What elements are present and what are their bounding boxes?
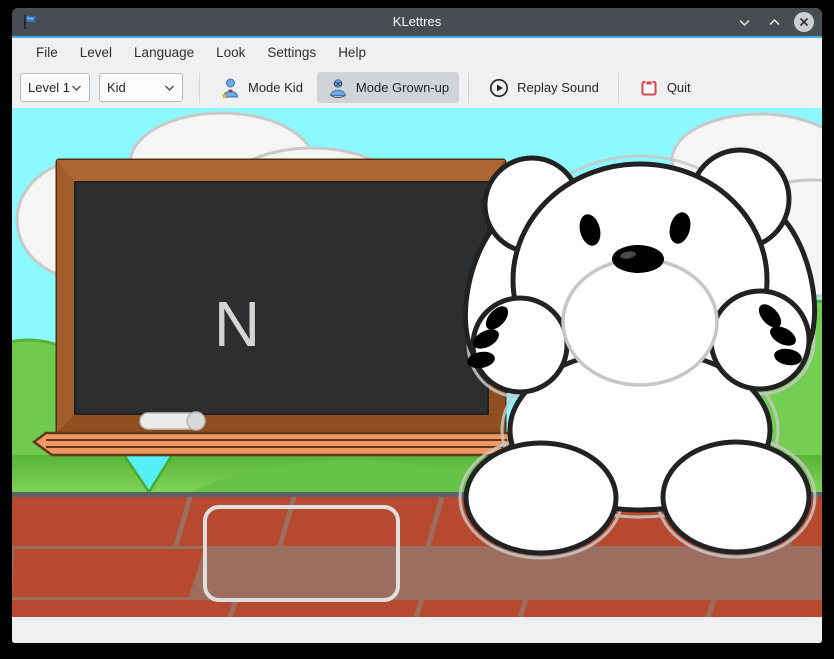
titlebar: KLettres: [12, 8, 822, 36]
kid-icon: [219, 77, 241, 99]
toolbar: Level 1 Kid Mode Kid: [12, 67, 822, 108]
menu-help[interactable]: Help: [327, 38, 377, 67]
bear-muzzle: [563, 259, 717, 385]
level-select-value: Level 1: [28, 80, 70, 95]
mode-kid-label: Mode Kid: [248, 80, 303, 95]
scene-graphic: N: [12, 108, 822, 617]
close-button[interactable]: [794, 12, 814, 32]
mode-grownup-label: Mode Grown-up: [356, 80, 449, 95]
level-select[interactable]: Level 1: [20, 73, 90, 102]
window-title: KLettres: [12, 8, 822, 36]
bear-foot-right: [663, 442, 809, 552]
blackboard: N: [34, 160, 509, 455]
toolbar-separator: [199, 73, 200, 103]
menu-file[interactable]: File: [25, 38, 69, 67]
replay-sound-button[interactable]: Replay Sound: [478, 72, 609, 103]
minimize-button[interactable]: [734, 12, 754, 32]
playground-scene: N: [12, 108, 822, 617]
theme-select-value: Kid: [107, 80, 126, 95]
teddy-bear: [450, 150, 822, 558]
close-x-icon: [799, 17, 809, 27]
quit-label: Quit: [667, 80, 691, 95]
chevron-down-icon: [71, 84, 82, 92]
board-letter: N: [214, 288, 260, 360]
menu-settings[interactable]: Settings: [256, 38, 327, 67]
letter-input[interactable]: [203, 505, 400, 602]
statusbar: American English (Level 1): [12, 617, 822, 643]
mode-kid-button[interactable]: Mode Kid: [209, 72, 313, 103]
quit-icon: [638, 77, 660, 99]
menu-look[interactable]: Look: [205, 38, 256, 67]
replay-sound-label: Replay Sound: [517, 80, 599, 95]
menu-level[interactable]: Level: [69, 38, 123, 67]
theme-select[interactable]: Kid: [99, 73, 183, 102]
play-circle-icon: [488, 77, 510, 99]
menu-language[interactable]: Language: [123, 38, 205, 67]
toolbar-separator: [618, 73, 619, 103]
grownup-icon: [327, 77, 349, 99]
klettres-window: KLettres File Level Language Look Settin…: [12, 8, 822, 643]
maximize-button[interactable]: [764, 12, 784, 32]
chalk-ledge: [34, 433, 509, 455]
window-controls: [734, 8, 814, 36]
chevron-up-icon: [768, 18, 781, 27]
chevron-down-icon: [738, 18, 751, 27]
quit-button[interactable]: Quit: [628, 72, 701, 103]
bear-foot-left: [466, 443, 616, 553]
chevron-down-icon: [164, 84, 175, 92]
mode-grownup-button[interactable]: Mode Grown-up: [317, 72, 459, 103]
menubar: File Level Language Look Settings Help: [12, 38, 822, 67]
chalk: [140, 412, 205, 430]
bear-nose: [612, 245, 664, 273]
toolbar-separator: [468, 73, 469, 103]
